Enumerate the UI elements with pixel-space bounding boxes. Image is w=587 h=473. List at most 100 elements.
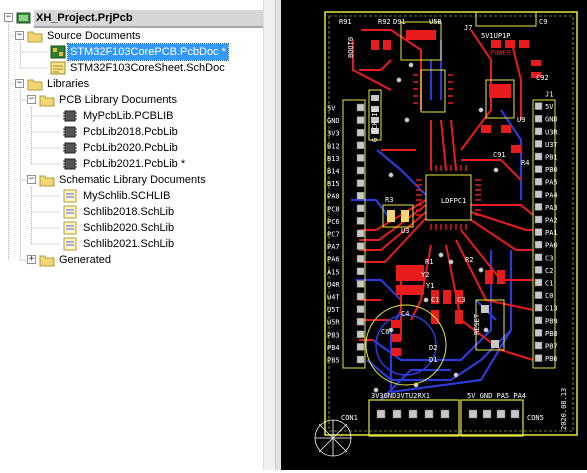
right-header-label: C3 (545, 254, 553, 262)
label-reset: RESET (473, 313, 481, 335)
label-u9: U9 (517, 116, 525, 124)
label-j7: J7 (464, 24, 472, 32)
header-pad (534, 316, 543, 325)
label-date: 2020.08.13 (560, 388, 568, 430)
label-c4: C4 (401, 310, 409, 318)
header-pad (356, 355, 365, 364)
header-pad (534, 152, 543, 161)
label-c92: C92 (536, 74, 549, 82)
header-pad (534, 228, 543, 236)
left-header-label: A15 (327, 268, 340, 276)
label-c91: C91 (493, 151, 506, 159)
label-r92: R92 (378, 18, 391, 26)
right-header-label: PB9 (545, 317, 558, 325)
header-pad (356, 254, 365, 263)
connector-pad (392, 409, 402, 419)
right-header-labels: J1 5V GND U3R U3T PB1 PB0 PA5 PA4 PA3 PA2 PA1 PA0 C3 C… (545, 91, 558, 364)
label-swd: G SCK IO (371, 108, 379, 142)
connector-pad (440, 409, 450, 419)
left-header-labels: 5V GND 3V3 B12 B13 B14 B15 PA8 PC8 PC6 PC7 PA7 PA6 A1… (327, 105, 340, 365)
right-header-label: PB0 (545, 166, 558, 174)
left-header-label: 3V3 (327, 130, 340, 138)
left-header-label: PB4 (327, 344, 340, 352)
header-pad (534, 165, 543, 173)
label-r4: R4 (521, 159, 529, 167)
tree-lines (8, 22, 60, 261)
header-pad (356, 242, 365, 250)
header-pad (534, 253, 543, 262)
label-u5b: U5B (429, 18, 442, 26)
header-pad (356, 116, 365, 124)
header-pad (534, 278, 543, 287)
header-pad (534, 203, 543, 211)
left-header-label: U4R (327, 281, 340, 289)
header-pad (534, 102, 543, 110)
left-header-label: PB3 (327, 331, 340, 339)
header-pad (356, 292, 365, 301)
header-pad (356, 330, 365, 339)
right-header-label: PB6 (545, 355, 558, 363)
r3-pad (401, 210, 409, 222)
right-header-label: PA4 (545, 191, 558, 199)
header-pad (534, 329, 543, 337)
label-r2: R2 (465, 256, 473, 264)
header-pad (534, 266, 543, 274)
label-c1: C1 (431, 296, 439, 304)
header-pad (534, 303, 543, 312)
label-r3: R3 (385, 196, 393, 204)
header-pad (356, 166, 365, 175)
left-header-label: 5V (327, 105, 336, 113)
header-pad (356, 217, 365, 225)
label-c3: C3 (457, 296, 465, 304)
right-header-label: J1 (545, 91, 553, 99)
label-u3: U3 (401, 227, 409, 235)
left-header-pads (356, 103, 365, 364)
right-header-label: C1 (545, 280, 553, 288)
inner-ring (375, 314, 437, 376)
label-c6: C6 (381, 328, 389, 336)
top-power-connector (475, 11, 537, 27)
right-header-label: PA5 (545, 179, 558, 187)
left-header-label: PB5 (327, 357, 340, 365)
left-header-label: U4T (327, 294, 340, 302)
header-pad (356, 128, 365, 137)
label-y1: Y1 (426, 282, 434, 290)
left-header-label: PC8 (327, 205, 340, 213)
pcb-layout: 5V GND 3V3 B12 B13 B14 B15 PA8 PC8 PC6 PC7 PA7 PA6 A1… (314, 11, 578, 457)
left-header-label: PC7 (327, 231, 340, 239)
header-pad (356, 204, 365, 213)
label-con5: CON5 (527, 414, 544, 422)
left-header-label: GND (327, 117, 340, 125)
header-pad (534, 190, 543, 199)
label-c9: C9 (539, 18, 547, 26)
header-pad (534, 240, 543, 249)
header-pad (534, 215, 543, 224)
right-header-label: PB8 (545, 330, 558, 338)
header-pad (356, 191, 365, 200)
projects-panel: − XH_Project.PrjPcb − Source Documents S… (0, 0, 275, 470)
label-boot: BOOT0 (347, 37, 355, 58)
left-header-label: B12 (327, 142, 340, 150)
header-pad (534, 114, 543, 123)
header-pad (356, 343, 365, 351)
bottom-connector-pads (376, 409, 520, 419)
label-top-strip: 5V1UP1P (481, 32, 511, 40)
label-y2: Y2 (421, 271, 429, 279)
connector-pad (482, 409, 492, 419)
header-pad (356, 229, 365, 238)
right-header-label: C0 (545, 292, 553, 300)
pcb-editor-canvas[interactable]: 5V GND 3V3 B12 B13 B14 B15 PA8 PC8 PC6 PC7 PA7 PA6 A1… (281, 0, 587, 470)
header-pad (356, 317, 365, 326)
header-pad (534, 177, 543, 186)
left-header-label: PC6 (327, 218, 340, 226)
header-pad (534, 291, 543, 299)
right-header-label: C2 (545, 267, 553, 275)
label-con1: CON1 (341, 414, 358, 422)
header-pad (356, 179, 365, 187)
ic-u3 (413, 69, 453, 113)
right-header-label: PB1 (545, 154, 558, 162)
connector-pad (510, 409, 520, 419)
right-header-label: PA3 (545, 204, 558, 212)
connector-pad (424, 409, 434, 419)
crystal-y2 (396, 265, 424, 281)
